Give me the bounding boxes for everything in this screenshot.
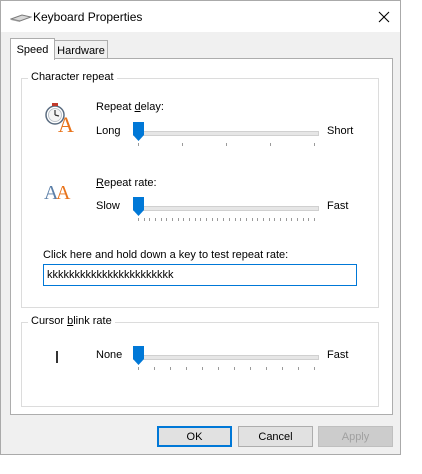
repeat-delay-ticks xyxy=(138,143,315,147)
svg-text:A: A xyxy=(58,112,74,135)
svg-text:A: A xyxy=(56,182,71,204)
slider-tick xyxy=(217,218,219,221)
slider-tick xyxy=(183,218,185,221)
slider-tick xyxy=(177,218,179,221)
repeat-delay-min-label: Long xyxy=(96,125,121,137)
repeat-rate-slider[interactable] xyxy=(133,197,319,222)
cursor-blink-label: Cursor blink rate xyxy=(28,315,115,327)
slider-tick xyxy=(314,367,315,370)
repeat-rate-label: Repeat rate: xyxy=(96,177,157,189)
slider-tick xyxy=(268,218,270,221)
tab-speed[interactable]: Speed xyxy=(10,38,55,60)
slider-tick xyxy=(194,218,196,221)
title-bar: Keyboard Properties xyxy=(1,1,400,32)
repeat-rate-thumb xyxy=(133,197,144,216)
slider-tick xyxy=(172,218,174,221)
test-repeat-input[interactable] xyxy=(43,264,357,286)
slider-tick xyxy=(206,218,208,221)
close-button[interactable] xyxy=(373,7,395,27)
slider-tick xyxy=(160,218,162,221)
slider-tick xyxy=(291,218,293,221)
slider-tick xyxy=(245,218,247,221)
slider-tick xyxy=(298,367,299,370)
tab-hardware[interactable]: Hardware xyxy=(54,40,108,60)
repeat-rate-icon: A A xyxy=(43,173,77,207)
slider-tick xyxy=(138,218,139,221)
slider-tick xyxy=(257,218,259,221)
slider-tick xyxy=(262,218,264,221)
repeat-rate-ticks xyxy=(138,218,315,222)
slider-tick xyxy=(228,218,230,221)
cursor-blink-min-label: None xyxy=(96,349,123,361)
cursor-blink-ticks xyxy=(138,367,315,371)
slider-tick xyxy=(170,367,171,370)
slider-tick xyxy=(234,367,235,370)
cursor-blink-max-label: Fast xyxy=(327,349,349,361)
slider-tick xyxy=(200,218,202,221)
cursor-blink-slider[interactable] xyxy=(133,346,319,371)
repeat-rate-max-label: Fast xyxy=(327,200,349,212)
slider-tick xyxy=(251,218,253,221)
ok-button[interactable]: OK xyxy=(157,426,232,447)
slider-tick xyxy=(154,367,155,370)
cancel-button[interactable]: Cancel xyxy=(238,426,313,447)
slider-tick xyxy=(296,218,298,221)
cursor-preview-icon xyxy=(56,351,58,363)
slider-tick xyxy=(302,218,304,221)
slider-tick xyxy=(155,218,157,221)
slider-tick xyxy=(308,218,310,221)
repeat-delay-max-label: Short xyxy=(327,125,354,137)
slider-tick xyxy=(234,218,236,221)
slider-tick xyxy=(285,218,287,221)
character-repeat-label: Character repeat xyxy=(28,71,117,83)
repeat-delay-slider[interactable] xyxy=(133,122,319,147)
repeat-delay-label: Repeat delay: xyxy=(96,101,164,113)
slider-tick xyxy=(143,218,145,221)
cursor-blink-thumb xyxy=(133,346,144,365)
speed-tab-panel: Character repeat A Repeat delay: Long Sh… xyxy=(10,58,393,415)
slider-tick xyxy=(250,367,251,370)
window-title: Keyboard Properties xyxy=(33,10,143,24)
keyboard-properties-window: Keyboard Properties Speed Hardware Chara… xyxy=(0,0,401,455)
keyboard-icon xyxy=(9,10,33,24)
slider-tick xyxy=(274,218,276,221)
slider-tick xyxy=(202,367,203,370)
repeat-delay-icon: A xyxy=(43,101,77,137)
slider-tick xyxy=(266,367,267,370)
repeat-delay-thumb xyxy=(133,122,144,141)
slider-tick xyxy=(149,218,151,221)
slider-tick xyxy=(211,218,213,221)
slider-tick xyxy=(218,367,219,370)
slider-tick xyxy=(189,218,191,221)
slider-tick xyxy=(279,218,281,221)
slider-tick xyxy=(282,367,283,370)
repeat-rate-min-label: Slow xyxy=(96,200,120,212)
slider-tick xyxy=(166,218,168,221)
apply-button[interactable]: Apply xyxy=(318,426,393,447)
slider-tick xyxy=(314,218,315,221)
test-repeat-label: Click here and hold down a key to test r… xyxy=(43,249,289,261)
slider-tick xyxy=(138,367,139,370)
close-icon xyxy=(378,11,390,23)
slider-tick xyxy=(240,218,242,221)
slider-tick xyxy=(186,367,187,370)
slider-tick xyxy=(223,218,225,221)
